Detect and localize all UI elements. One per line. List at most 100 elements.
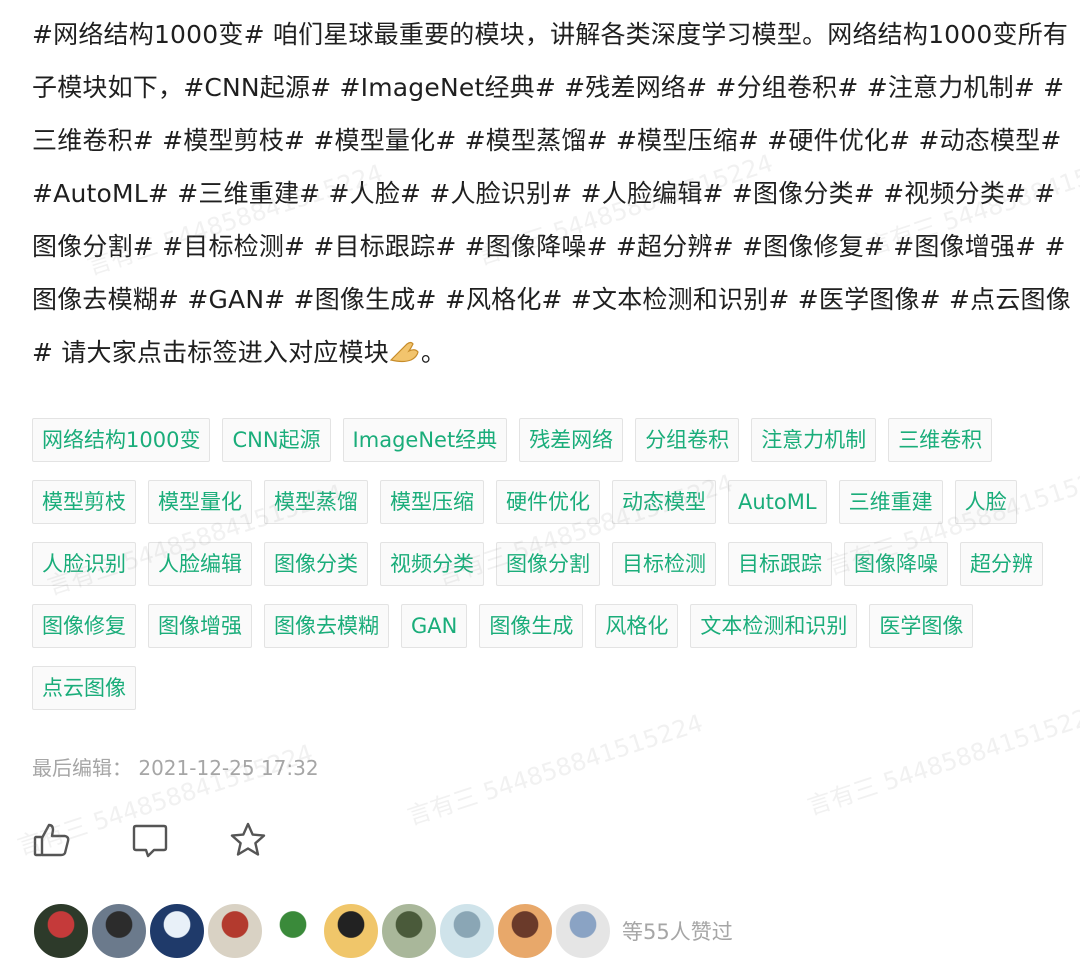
pinched-hand-icon (389, 341, 419, 363)
topic-tag[interactable]: 图像增强 (148, 604, 252, 648)
hashtag-link[interactable]: #ImageNet经典# (340, 73, 556, 102)
hashtag-link[interactable]: #模型蒸馏# (465, 126, 608, 155)
topic-tag[interactable]: 人脸编辑 (148, 542, 252, 586)
topic-tag[interactable]: 模型量化 (148, 480, 252, 524)
post-text (456, 126, 464, 155)
post-text (556, 73, 564, 102)
topic-tag[interactable]: GAN (401, 604, 468, 648)
topic-tag[interactable]: 图像分割 (496, 542, 600, 586)
hashtag-link[interactable]: #视频分类# (883, 179, 1026, 208)
topic-tag[interactable]: 注意力机制 (751, 418, 877, 462)
hashtag-link[interactable]: #人脸识别# (429, 179, 572, 208)
liker-avatar[interactable] (554, 902, 612, 960)
topic-tag[interactable]: 三维重建 (838, 480, 943, 524)
hashtag-link[interactable]: #模型剪枝# (162, 126, 305, 155)
hashtag-link[interactable]: #图像生成# (294, 285, 437, 314)
topic-tag[interactable]: ImageNet经典 (342, 418, 508, 462)
topic-tag[interactable]: 分组卷积 (635, 418, 740, 462)
post-text (885, 232, 893, 261)
liker-avatar[interactable] (90, 902, 148, 960)
hashtag-link[interactable]: #GAN# (187, 285, 285, 314)
star-icon[interactable] (228, 820, 268, 860)
post-text (169, 179, 177, 208)
topic-tag[interactable]: 模型剪枝 (32, 480, 136, 524)
post-text (563, 285, 571, 314)
liker-avatar[interactable] (148, 902, 206, 960)
topic-tag[interactable]: 目标跟踪 (728, 542, 832, 586)
liker-avatars (32, 902, 612, 960)
hashtag-link[interactable]: #目标检测# (162, 232, 305, 261)
hashtag-link[interactable]: #网络结构1000变# (32, 20, 265, 49)
hashtag-link[interactable]: #图像降噪# (465, 232, 608, 261)
likers-count[interactable]: 等55人赞过 (622, 916, 733, 946)
topic-tag[interactable]: 残差网络 (519, 418, 624, 462)
tag-list: 网络结构1000变 CNN起源 ImageNet经典 残差网络 分组卷积 注意力机制 三维卷… (32, 418, 1072, 710)
hashtag-link[interactable]: #人脸编辑# (581, 179, 724, 208)
topic-tag[interactable]: 图像去模糊 (264, 604, 389, 648)
topic-tag[interactable]: 视频分类 (380, 542, 484, 586)
post-text (724, 179, 732, 208)
hashtag-link[interactable]: #目标跟踪# (313, 232, 456, 261)
topic-tag[interactable]: 风格化 (595, 604, 679, 648)
post-text (154, 126, 162, 155)
topic-tag[interactable]: AutoML (728, 480, 827, 524)
hashtag-link[interactable]: #CNN起源# (183, 73, 331, 102)
hashtag-link[interactable]: #图像分类# (732, 179, 875, 208)
topic-tag[interactable]: 超分辨 (960, 542, 1043, 586)
post-content: #网络结构1000变# 咱们星球最重要的模块，讲解各类深度学习模型。网络结构10… (32, 8, 1072, 379)
topic-tag[interactable]: 医学图像 (869, 604, 974, 648)
hashtag-link[interactable]: #文本检测和识别# (571, 285, 790, 314)
topic-tag[interactable]: 人脸 (954, 480, 1017, 524)
watermark-text: 言有三 544858841515224 (804, 698, 1080, 821)
liker-avatar[interactable] (496, 902, 554, 960)
post-text (285, 285, 293, 314)
topic-tag[interactable]: 三维卷积 (888, 418, 993, 462)
last-edited-label: 最后编辑： (32, 756, 132, 780)
liker-avatar[interactable] (264, 902, 322, 960)
liker-avatar[interactable] (438, 902, 496, 960)
hashtag-link[interactable]: #风格化# (445, 285, 563, 314)
hashtag-link[interactable]: #图像增强# (893, 232, 1036, 261)
topic-tag[interactable]: 网络结构1000变 (32, 418, 211, 462)
hashtag-link[interactable]: #模型压缩# (616, 126, 759, 155)
post-text (456, 232, 464, 261)
hashtag-link[interactable]: #图像修复# (742, 232, 885, 261)
post-text (154, 232, 162, 261)
hashtag-link[interactable]: #分组卷积# (715, 73, 858, 102)
topic-tag[interactable]: 文本检测和识别 (690, 604, 858, 648)
liker-avatar[interactable] (32, 902, 90, 960)
post-text (608, 232, 616, 261)
comment-icon[interactable] (130, 820, 170, 860)
liker-avatar[interactable] (206, 902, 264, 960)
hashtag-link[interactable]: #超分辨# (616, 232, 734, 261)
topic-tag[interactable]: 图像降噪 (844, 542, 948, 586)
post-text: 请大家点击标签进入对应模块 (53, 338, 389, 367)
topic-tag[interactable]: 模型压缩 (380, 480, 484, 524)
topic-tag[interactable]: 图像修复 (32, 604, 136, 648)
thumbs-up-icon[interactable] (32, 820, 72, 860)
hashtag-link[interactable]: #AutoML# (32, 179, 169, 208)
topic-tag[interactable]: 动态模型 (612, 480, 716, 524)
post-text: 。 (420, 338, 447, 367)
hashtag-link[interactable]: #人脸# (328, 179, 421, 208)
topic-tag[interactable]: 点云图像 (32, 666, 136, 710)
topic-tag[interactable]: 硬件优化 (496, 480, 600, 524)
hashtag-link[interactable]: #模型量化# (313, 126, 456, 155)
topic-tag[interactable]: 人脸识别 (32, 542, 136, 586)
hashtag-link[interactable]: #注意力机制# (867, 73, 1035, 102)
hashtag-link[interactable]: #硬件优化# (767, 126, 910, 155)
topic-tag[interactable]: 模型蒸馏 (264, 480, 368, 524)
liker-avatar[interactable] (380, 902, 438, 960)
post-text (331, 73, 339, 102)
post-text (875, 179, 883, 208)
topic-tag[interactable]: CNN起源 (222, 418, 331, 462)
hashtag-link[interactable]: #医学图像# (798, 285, 941, 314)
post-text (734, 232, 742, 261)
topic-tag[interactable]: 目标检测 (612, 542, 716, 586)
hashtag-link[interactable]: #动态模型# (918, 126, 1061, 155)
liker-avatar[interactable] (322, 902, 380, 960)
hashtag-link[interactable]: #三维重建# (177, 179, 320, 208)
topic-tag[interactable]: 图像分类 (264, 542, 368, 586)
hashtag-link[interactable]: #残差网络# (564, 73, 707, 102)
topic-tag[interactable]: 图像生成 (479, 604, 584, 648)
